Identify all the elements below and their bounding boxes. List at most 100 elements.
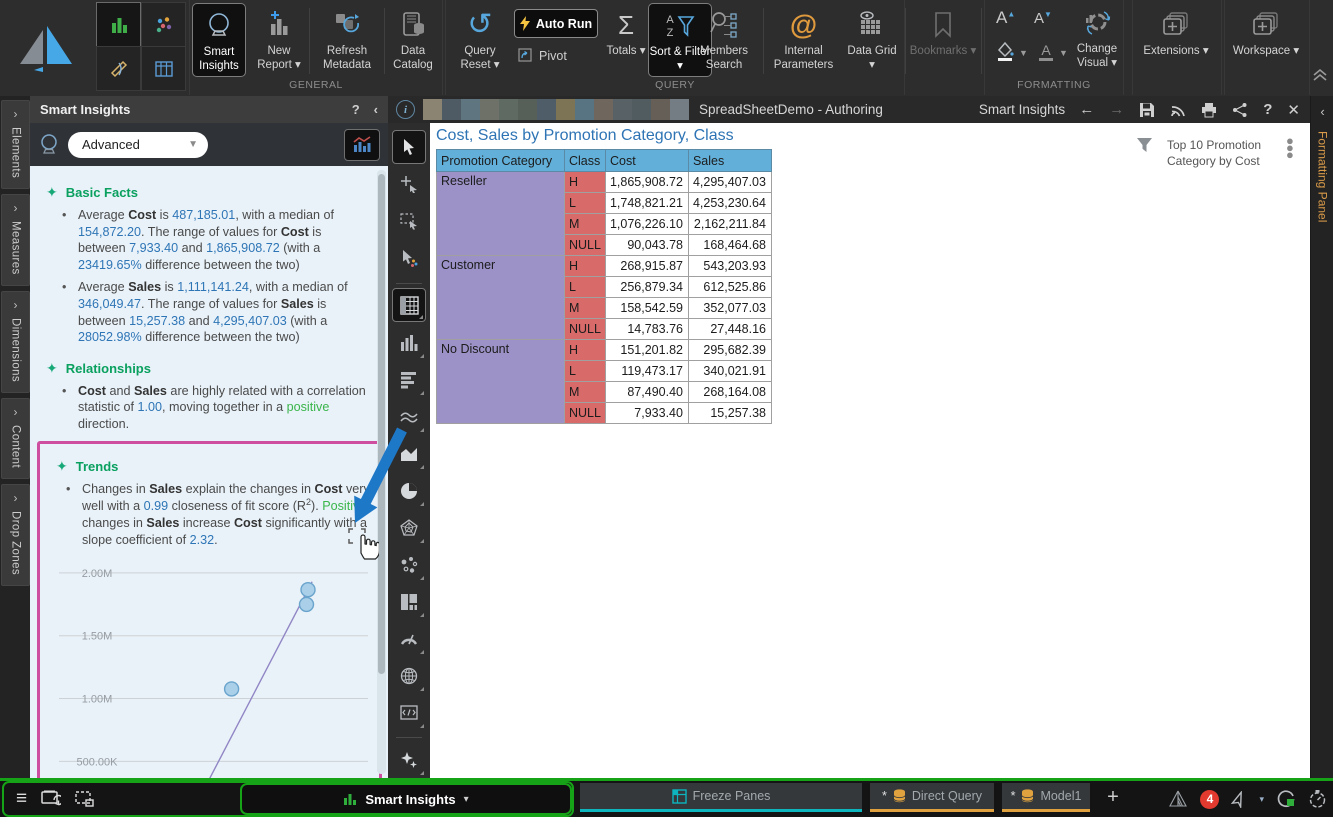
refresh-metadata-button[interactable]: Refresh Metadata [313, 3, 381, 77]
class-cell[interactable]: NULL [565, 403, 606, 424]
font-color-caret[interactable]: ▼ [1059, 48, 1068, 58]
palette-swatch[interactable] [537, 99, 556, 120]
collapse-panel-icon[interactable]: ‹ [374, 102, 378, 117]
increase-font-button[interactable]: A▲ [996, 8, 1015, 28]
cost-cell[interactable]: 151,201.82 [605, 340, 688, 361]
kebab-menu-icon[interactable]: ●●● [1286, 137, 1294, 158]
category-cell[interactable]: Customer [437, 256, 565, 340]
collapse-ribbon-button[interactable] [1312, 68, 1328, 82]
grid-column-header[interactable]: Sales [688, 150, 771, 172]
grid-column-header[interactable]: Promotion Category [437, 150, 565, 172]
back-icon[interactable]: ← [1079, 101, 1094, 118]
class-cell[interactable]: M [565, 382, 606, 403]
members-search-button[interactable]: Members Search [690, 3, 758, 77]
scatter-point[interactable] [300, 598, 314, 612]
palette-swatch[interactable] [632, 99, 651, 120]
grid-column-header[interactable]: Class [565, 150, 606, 172]
smart-visual-button[interactable] [392, 743, 426, 777]
sales-cell[interactable]: 612,525.86 [688, 277, 771, 298]
menu-icon[interactable]: ≡ [16, 788, 27, 810]
help-icon[interactable]: ? [352, 102, 360, 117]
new-report-button[interactable]: New Report ▾ [252, 3, 306, 77]
cost-cell[interactable]: 7,933.40 [605, 403, 688, 424]
decrease-font-button[interactable]: A▼ [1034, 10, 1052, 27]
scatter-point[interactable] [225, 682, 239, 696]
help-icon[interactable]: ? [1263, 101, 1272, 118]
bar-chart-button[interactable] [392, 363, 426, 397]
cost-cell[interactable]: 1,865,908.72 [605, 172, 688, 193]
sidebar-tab-drop-zones[interactable]: ›Drop Zones [1, 484, 30, 586]
extensions-button[interactable]: Extensions ▾ [1140, 3, 1212, 77]
sales-cell[interactable]: 27,448.16 [688, 319, 771, 340]
palette-swatch[interactable] [651, 99, 670, 120]
workspace-button[interactable]: Workspace ▾ [1228, 3, 1304, 77]
class-cell[interactable]: NULL [565, 235, 606, 256]
publish-icon[interactable] [1170, 102, 1186, 118]
sales-cell[interactable]: 352,077.03 [688, 298, 771, 319]
sales-cell[interactable]: 168,464.68 [688, 235, 771, 256]
pivot-button[interactable]: Pivot [518, 48, 567, 63]
palette-swatch[interactable] [556, 99, 575, 120]
palette-swatch[interactable] [518, 99, 537, 120]
change-visual-button[interactable]: Change Visual ▾ [1072, 3, 1122, 77]
marquee-select-tool[interactable] [392, 204, 426, 238]
sales-cell[interactable]: 15,257.38 [688, 403, 771, 424]
grid-header-row[interactable]: Promotion CategoryClassCostSales [437, 150, 772, 172]
formatting-panel-tab[interactable]: Formatting Panel [1316, 131, 1330, 222]
smart-insights-button[interactable]: Smart Insights [192, 3, 246, 77]
grid-column-header[interactable]: Cost [605, 150, 688, 172]
cost-cell[interactable]: 14,783.76 [605, 319, 688, 340]
palette-swatch[interactable] [575, 99, 594, 120]
new-tab-button[interactable]: + [1098, 783, 1128, 812]
class-cell[interactable]: M [565, 298, 606, 319]
cost-cell[interactable]: 256,879.34 [605, 277, 688, 298]
class-cell[interactable]: L [565, 361, 606, 382]
class-cell[interactable]: H [565, 340, 606, 361]
cost-cell[interactable]: 268,915.87 [605, 256, 688, 277]
multi-select-tool[interactable] [392, 241, 426, 275]
palette-swatch[interactable] [594, 99, 613, 120]
palette-swatch[interactable] [461, 99, 480, 120]
timer-icon[interactable] [1308, 789, 1327, 809]
class-cell[interactable]: H [565, 256, 606, 277]
sales-cell[interactable]: 543,203.93 [688, 256, 771, 277]
column-chart-button[interactable] [392, 326, 426, 360]
quick-measure-button[interactable] [96, 46, 141, 91]
sidebar-tab-content[interactable]: ›Content [1, 398, 30, 479]
cost-cell[interactable]: 119,473.17 [605, 361, 688, 382]
print-icon[interactable] [1201, 102, 1217, 118]
scatter-point[interactable] [301, 583, 315, 597]
category-cell[interactable]: Reseller [437, 172, 565, 256]
fill-color-button[interactable] [994, 40, 1016, 62]
class-cell[interactable]: H [565, 172, 606, 193]
select-window-icon[interactable] [75, 791, 95, 808]
forward-icon[interactable]: → [1109, 101, 1124, 118]
palette-swatch[interactable] [442, 99, 461, 120]
query-reset-button[interactable]: ↺ Query Reset ▾ [452, 3, 508, 77]
cost-cell[interactable]: 87,490.40 [605, 382, 688, 403]
tab-smart-insights[interactable]: Smart Insights ▾ [240, 783, 572, 815]
treemap-button[interactable] [392, 585, 426, 619]
fill-color-caret[interactable]: ▼ [1019, 48, 1028, 58]
sales-cell[interactable]: 2,162,211.84 [688, 214, 771, 235]
pointer-flag-icon[interactable] [1231, 791, 1247, 808]
palette-swatch[interactable] [613, 99, 632, 120]
data-catalog-button[interactable]: Data Catalog [387, 3, 439, 77]
tab-freeze-panes[interactable]: Freeze Panes [580, 783, 862, 812]
add-point-tool[interactable] [392, 167, 426, 201]
cost-cell[interactable]: 158,542.59 [605, 298, 688, 319]
scatter-chart-button[interactable] [392, 548, 426, 582]
gauge-chart-button[interactable] [392, 622, 426, 656]
notification-badge[interactable]: 4 [1200, 790, 1219, 809]
quick-grid-button[interactable] [141, 46, 186, 91]
category-cell[interactable]: No Discount [437, 340, 565, 424]
palette-swatch[interactable] [480, 99, 499, 120]
slideshow-icon[interactable] [41, 790, 61, 808]
render-engine-icon[interactable] [1168, 790, 1188, 808]
pointer-tool[interactable] [392, 130, 426, 164]
internal-parameters-button[interactable]: @ Internal Parameters [756, 3, 851, 77]
data-grid-button[interactable]: Data Grid ▾ [845, 3, 899, 77]
cost-cell[interactable]: 1,748,821.21 [605, 193, 688, 214]
trend-scatter-chart[interactable]: 2.00M1.50M1.00M500.00K [41, 554, 373, 778]
tab-direct-query[interactable]: * Direct Query [870, 783, 994, 812]
